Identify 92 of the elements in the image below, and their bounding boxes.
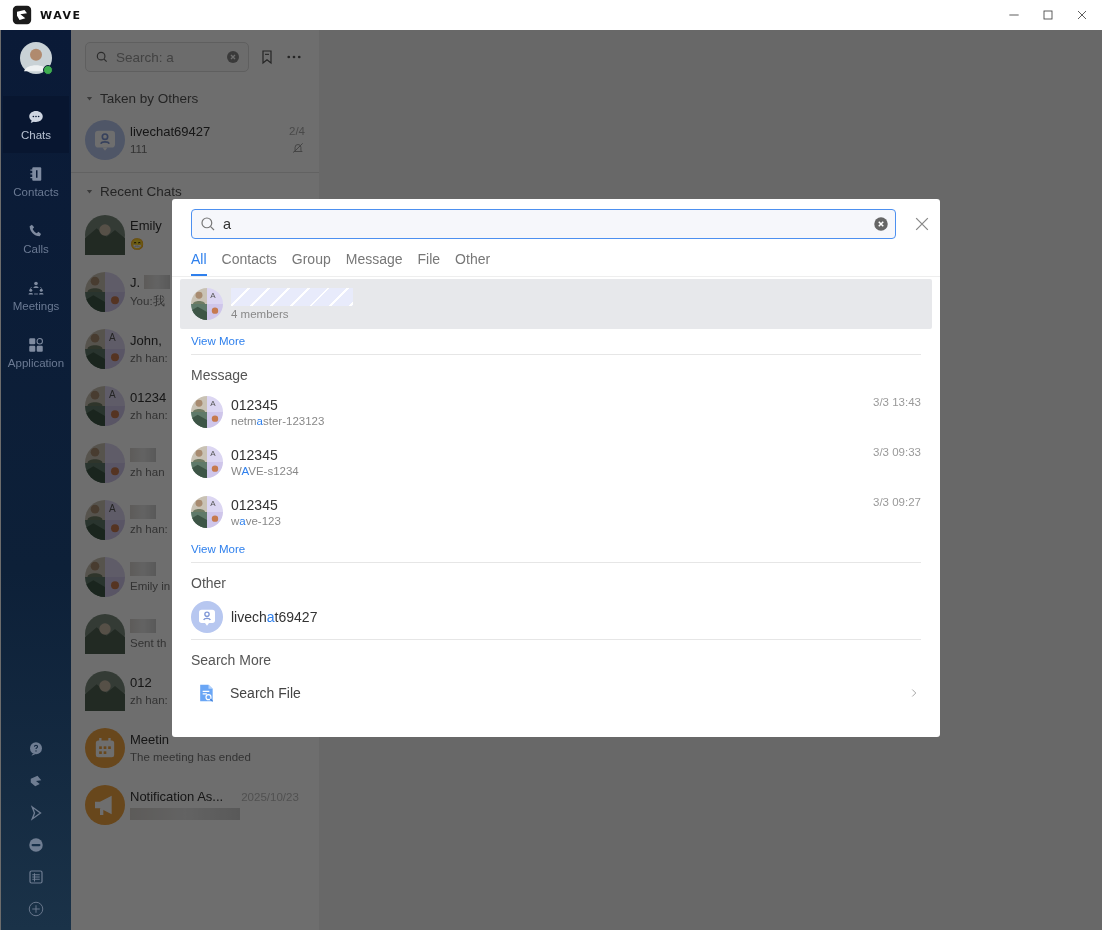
search-field[interactable]: a bbox=[191, 209, 896, 239]
search-icon bbox=[95, 50, 109, 64]
avatar-letter: A bbox=[109, 333, 116, 344]
filter-tab[interactable]: Contacts bbox=[221, 249, 277, 276]
chat-name: Notification As... bbox=[130, 789, 224, 804]
result-title[interactable]: 012345 bbox=[231, 397, 278, 413]
chat-preview: zh han: bbox=[130, 522, 168, 535]
avatar-letter: A bbox=[210, 399, 216, 408]
group-avatar bbox=[191, 446, 223, 478]
nav-tab[interactable]: Application bbox=[3, 324, 69, 381]
toggle-icon[interactable] bbox=[27, 836, 45, 854]
group-avatar bbox=[85, 556, 125, 597]
avatar-letter: A bbox=[210, 449, 216, 458]
calendar-avatar bbox=[85, 727, 125, 768]
chat-name: 012 bbox=[130, 675, 152, 690]
megaphone-avatar bbox=[85, 784, 125, 825]
group-result[interactable]: A 4 members bbox=[180, 279, 932, 329]
app-title: WAVE bbox=[40, 8, 82, 22]
chat-preview: zh han bbox=[130, 465, 165, 478]
group-avatar bbox=[191, 496, 223, 528]
add-icon[interactable] bbox=[27, 900, 45, 918]
result-title[interactable]: 012345 bbox=[231, 497, 278, 513]
chat-name: J. bbox=[130, 274, 141, 290]
avatar-letter: A bbox=[210, 499, 216, 508]
search-icon bbox=[199, 215, 217, 233]
search-file-label[interactable]: Search File bbox=[230, 685, 893, 701]
chat-name: Meetin bbox=[130, 732, 170, 747]
chat-preview: zh han: bbox=[130, 409, 168, 421]
nav-tab[interactable]: Contacts bbox=[3, 153, 69, 210]
filter-tab[interactable]: File bbox=[417, 249, 441, 276]
apps-icon bbox=[27, 336, 45, 354]
people-icon bbox=[27, 279, 45, 297]
message-time: 3/3 09:27 bbox=[873, 496, 921, 508]
filter-tab[interactable]: Message bbox=[345, 249, 403, 276]
filter-tab[interactable]: Group bbox=[291, 249, 331, 276]
message-snippet: WAVE-s1234 bbox=[231, 465, 299, 477]
avatar-photo bbox=[85, 214, 125, 255]
group-avatar bbox=[191, 396, 223, 428]
chat-name: livechat69427 bbox=[130, 124, 211, 139]
chat-preview: The meeting has ended bbox=[130, 751, 251, 763]
section-heading: Search More bbox=[191, 651, 272, 670]
user-avatar bbox=[20, 42, 52, 74]
app-logo-icon bbox=[12, 5, 32, 25]
nav-tab[interactable]: Chats bbox=[3, 96, 69, 153]
chat-preview: 111 bbox=[130, 143, 148, 155]
chat-name: 01234 bbox=[130, 390, 167, 405]
section-title[interactable]: Taken by Others bbox=[100, 90, 199, 106]
chat-person-avatar bbox=[85, 119, 125, 160]
chat-preview: You:我 bbox=[130, 293, 165, 309]
chat-preview: zh han: bbox=[130, 694, 168, 706]
group-avatar bbox=[191, 288, 223, 320]
message-snippet: wave-123 bbox=[231, 515, 281, 527]
clear-icon[interactable] bbox=[872, 215, 890, 233]
section-heading: Other bbox=[191, 574, 226, 593]
avatar-letter: A bbox=[109, 504, 116, 515]
maximize-icon[interactable] bbox=[1040, 7, 1056, 23]
message-time: 3/3 13:43 bbox=[873, 396, 921, 408]
result-title[interactable]: 012345 bbox=[231, 447, 278, 463]
chat-icon bbox=[27, 108, 45, 126]
group-avatar bbox=[85, 442, 125, 483]
group-avatar bbox=[85, 328, 125, 369]
group-avatar bbox=[85, 271, 125, 312]
chat-preview: 😁 bbox=[130, 237, 144, 251]
online-status-dot bbox=[43, 65, 53, 75]
view-more-link[interactable]: View More bbox=[191, 329, 246, 354]
nav-tab[interactable]: Meetings bbox=[3, 267, 69, 324]
avatar-letter: A bbox=[109, 390, 116, 401]
avatar-letter: A bbox=[210, 291, 216, 300]
avatar-photo bbox=[85, 613, 125, 654]
nav-tab[interactable]: Calls bbox=[3, 210, 69, 267]
clear-icon[interactable] bbox=[225, 49, 241, 65]
table-icon[interactable] bbox=[27, 868, 45, 886]
chat-preview: zh han: bbox=[130, 352, 168, 364]
message-time: 3/3 09:33 bbox=[873, 446, 921, 458]
member-count: 4 members bbox=[231, 308, 289, 320]
chat-preview: Emily in bbox=[130, 579, 171, 592]
chat-person-avatar bbox=[191, 601, 223, 633]
message-snippet: netmaster-123123 bbox=[231, 415, 325, 427]
section-title[interactable]: Recent Chats bbox=[100, 183, 182, 199]
filter-tab[interactable]: All bbox=[191, 249, 207, 276]
chat-name: John, bbox=[130, 333, 162, 348]
chat-name: Emily bbox=[130, 218, 162, 233]
view-more-link[interactable]: View More bbox=[191, 537, 246, 562]
group-avatar bbox=[85, 499, 125, 540]
help-icon[interactable] bbox=[27, 740, 45, 758]
filter-tab[interactable]: Other bbox=[455, 249, 491, 276]
bookmark-icon[interactable] bbox=[259, 49, 275, 65]
result-title[interactable]: livechat69427 bbox=[231, 609, 318, 625]
section-heading: Message bbox=[191, 366, 248, 385]
group-avatar bbox=[85, 385, 125, 426]
avatar-photo bbox=[85, 670, 125, 711]
chat-preview: Sent th bbox=[130, 636, 167, 649]
